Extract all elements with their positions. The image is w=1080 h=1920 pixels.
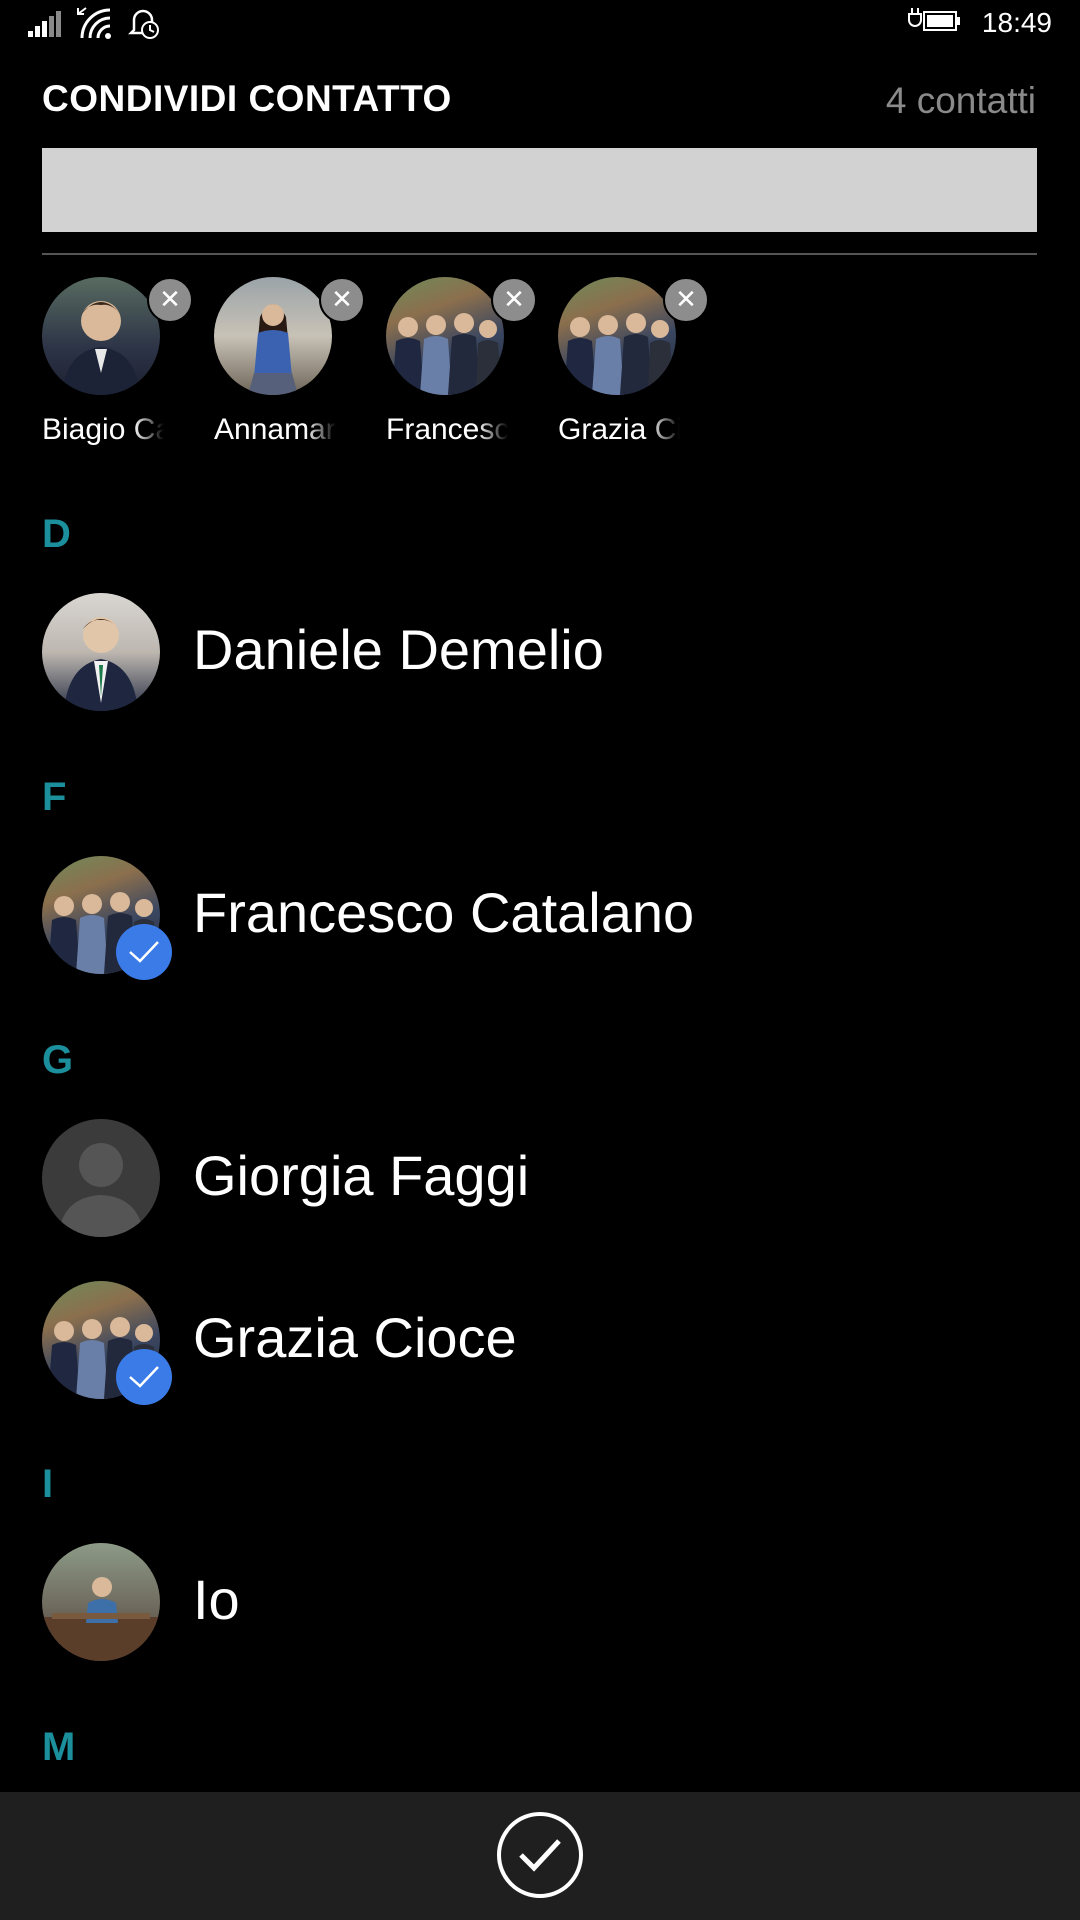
- contact-row-daniele[interactable]: Daniele Demelio: [0, 587, 1080, 717]
- section-header-i[interactable]: I: [42, 1462, 53, 1507]
- search-input[interactable]: [42, 148, 1037, 232]
- section-header-m[interactable]: M: [42, 1725, 75, 1770]
- clock: 18:49: [981, 7, 1052, 38]
- contact-name: Grazia Cioce: [193, 1306, 517, 1369]
- remove-icon[interactable]: ✕: [147, 277, 193, 323]
- battery-charging-icon: [906, 6, 962, 40]
- remove-icon[interactable]: ✕: [663, 277, 709, 323]
- signal-bars-icon: [28, 9, 62, 41]
- avatar: [214, 277, 332, 395]
- page-title: CONDIVIDI CONTATTO: [42, 78, 452, 119]
- avatar: [42, 593, 160, 711]
- avatar: [42, 1543, 160, 1661]
- remove-icon[interactable]: ✕: [491, 277, 537, 323]
- checkmark-icon: [116, 1349, 172, 1405]
- selected-count: 4 contatti: [885, 80, 1036, 121]
- contact-row-io[interactable]: Io: [0, 1537, 1080, 1667]
- checkmark-icon: [519, 1839, 561, 1872]
- status-bar: 18:49: [0, 0, 1080, 50]
- avatar: [558, 277, 676, 395]
- contact-name: Daniele Demelio: [193, 618, 604, 681]
- selected-chip[interactable]: ✕ Biagio Ca: [42, 275, 193, 455]
- selected-contacts: ✕ Biagio Ca ✕ Annamar ✕ Francesc ✕ Grazi…: [0, 275, 1080, 455]
- divider: [42, 253, 1037, 255]
- contact-name: Francesco Catalano: [193, 881, 695, 944]
- section-header-g[interactable]: G: [42, 1038, 73, 1083]
- wifi-icon: [76, 6, 112, 44]
- avatar: [42, 277, 160, 395]
- chip-name: Francesc: [386, 413, 508, 446]
- contact-name: Giorgia Faggi: [193, 1144, 530, 1207]
- chip-name: Grazia Ci: [558, 413, 680, 446]
- avatar: [386, 277, 504, 395]
- selected-chip[interactable]: ✕ Annamar: [214, 275, 365, 455]
- contact-row-giorgia[interactable]: Giorgia Faggi: [0, 1113, 1080, 1243]
- section-header-d[interactable]: D: [42, 512, 71, 557]
- contact-row-francesco[interactable]: Francesco Catalano: [0, 850, 1080, 980]
- selected-chip[interactable]: ✕ Francesc: [386, 275, 537, 455]
- contact-row-grazia[interactable]: Grazia Cioce: [0, 1275, 1080, 1405]
- chip-name: Annamar: [214, 413, 336, 446]
- contact-name: Io: [193, 1568, 240, 1631]
- quiet-hours-icon: [126, 6, 160, 44]
- section-header-f[interactable]: F: [42, 775, 66, 820]
- checkmark-icon: [116, 924, 172, 980]
- chip-name: Biagio Ca: [42, 413, 164, 446]
- remove-icon[interactable]: ✕: [319, 277, 365, 323]
- app-bar: [0, 1792, 1080, 1920]
- confirm-button[interactable]: [497, 1812, 583, 1898]
- selected-chip[interactable]: ✕ Grazia Ci: [558, 275, 709, 455]
- person-placeholder-icon: [42, 1119, 160, 1237]
